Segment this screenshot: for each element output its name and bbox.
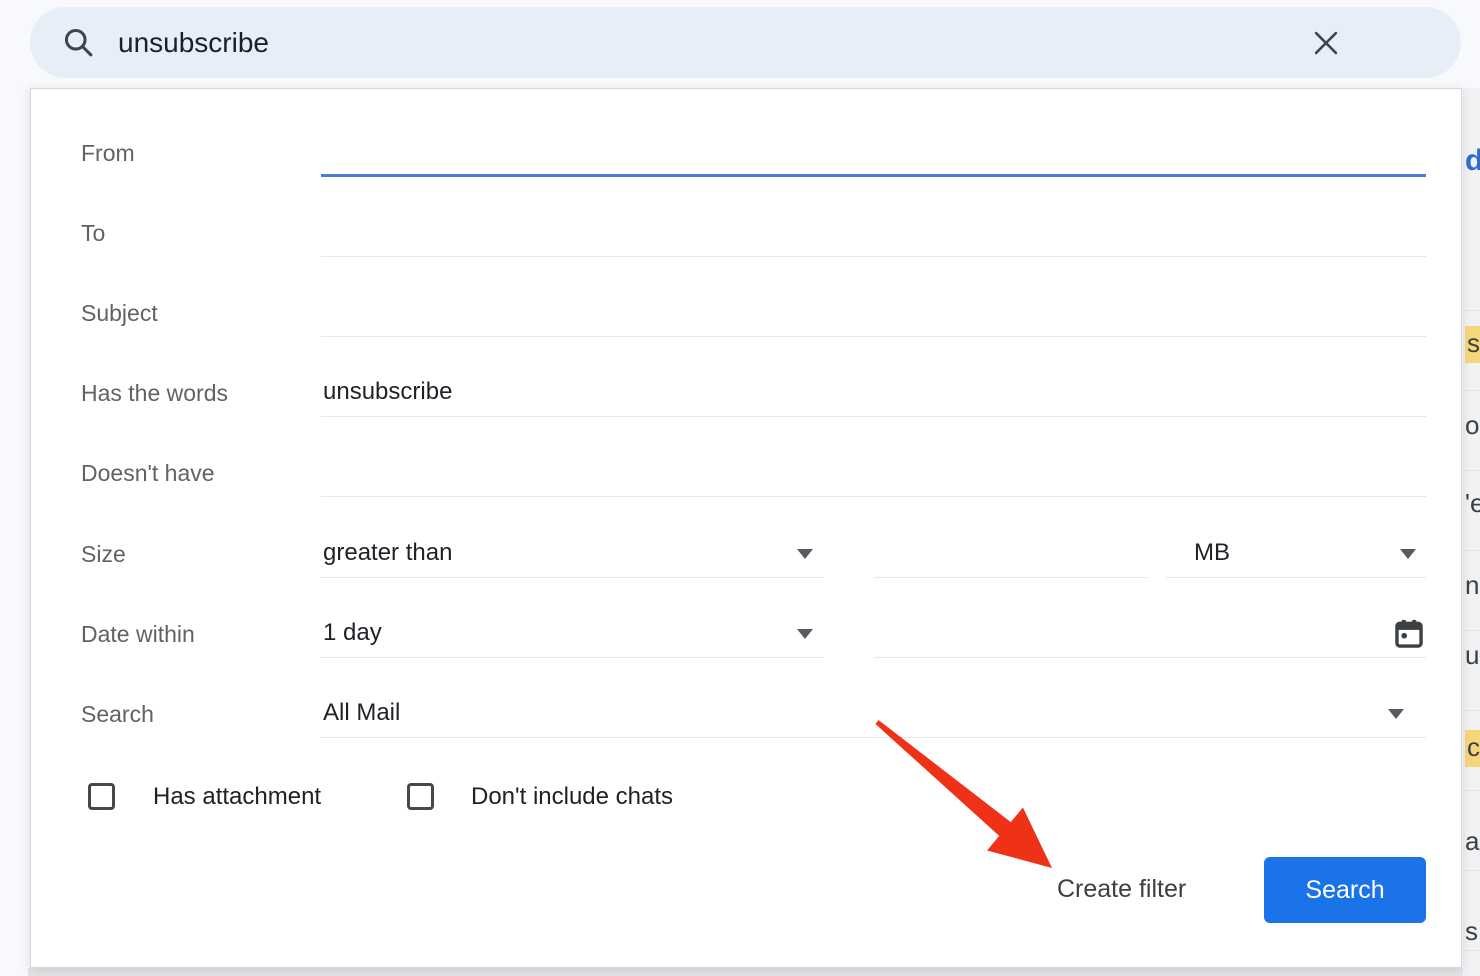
search-input[interactable]: unsubscribe — [118, 7, 269, 78]
page-bottom-strip — [28, 968, 1480, 976]
to-input[interactable] — [321, 205, 1426, 257]
row-divider — [1463, 390, 1480, 391]
has-words-input[interactable]: unsubscribe — [321, 365, 1426, 417]
from-label: From — [81, 140, 135, 167]
calendar-icon[interactable] — [1392, 617, 1426, 651]
background-text-fragment: 'e — [1465, 488, 1480, 519]
has-words-row: Has the words unsubscribe — [81, 365, 1426, 417]
date-within-label: Date within — [81, 621, 195, 648]
has-words-label: Has the words — [81, 380, 228, 407]
subject-row: Subject — [81, 285, 1426, 337]
to-row: To — [81, 205, 1426, 257]
size-operator-value: greater than — [323, 539, 452, 567]
search-scope-label: Search — [81, 701, 154, 728]
background-text-fragment: s — [1465, 916, 1478, 947]
date-within-dropdown[interactable]: 1 day — [321, 606, 823, 658]
chevron-down-icon — [797, 629, 813, 639]
row-divider — [1463, 630, 1480, 631]
chevron-down-icon — [1400, 549, 1416, 559]
doesnt-have-input[interactable] — [321, 445, 1426, 497]
background-text-fragment: s — [1465, 326, 1480, 363]
search-button[interactable]: Search — [1264, 857, 1426, 923]
date-row: Date within 1 day — [81, 606, 1426, 658]
row-divider — [1463, 310, 1480, 311]
background-text-fragment: d — [1465, 144, 1480, 178]
from-row: From — [81, 125, 1426, 177]
search-scope-dropdown[interactable]: All Mail — [321, 686, 1426, 738]
background-text-fragment: c — [1465, 730, 1480, 767]
background-page-strip: d s o 'e n u c a s — [1463, 88, 1480, 976]
chevron-down-icon — [797, 549, 813, 559]
row-divider — [1463, 870, 1480, 871]
date-within-value: 1 day — [323, 619, 382, 647]
subject-label: Subject — [81, 300, 158, 327]
search-filter-panel: From To Subject Has the words unsubscrib… — [30, 88, 1462, 968]
from-input[interactable] — [321, 125, 1426, 177]
close-icon[interactable] — [1309, 26, 1343, 60]
has-attachment-label: Has attachment — [153, 782, 321, 812]
checkbox-row: Has attachment Don't include chats — [81, 781, 1426, 815]
row-divider — [1463, 550, 1480, 551]
has-attachment-checkbox[interactable] — [88, 783, 115, 810]
size-amount-input[interactable] — [874, 526, 1148, 578]
has-words-value: unsubscribe — [323, 378, 452, 406]
size-unit-value: MB — [1194, 539, 1230, 567]
background-text-fragment: u — [1465, 640, 1479, 671]
dont-include-chats-checkbox[interactable] — [407, 783, 434, 810]
background-text-fragment: n — [1465, 570, 1479, 601]
search-bar: unsubscribe — [30, 7, 1461, 78]
background-text-fragment: a — [1465, 826, 1479, 857]
subject-input[interactable] — [321, 285, 1426, 337]
search-icon[interactable] — [60, 24, 96, 60]
size-unit-dropdown[interactable]: MB — [1166, 526, 1426, 578]
date-input[interactable] — [874, 606, 1426, 658]
dont-include-chats-label: Don't include chats — [471, 782, 673, 812]
doesnt-have-label: Doesn't have — [81, 460, 215, 487]
row-divider — [1463, 710, 1480, 711]
size-row: Size greater than MB — [81, 526, 1426, 578]
background-text-fragment: o — [1465, 410, 1479, 441]
search-scope-row: Search All Mail — [81, 686, 1426, 738]
search-scope-value: All Mail — [323, 699, 400, 727]
row-divider — [1463, 950, 1480, 951]
gmail-search-filter-page: unsubscribe From To Subject Has th — [0, 0, 1480, 976]
chevron-down-icon — [1388, 709, 1404, 719]
size-operator-dropdown[interactable]: greater than — [321, 526, 823, 578]
to-label: To — [81, 220, 105, 247]
doesnt-have-row: Doesn't have — [81, 445, 1426, 497]
size-label: Size — [81, 541, 126, 568]
row-divider — [1463, 470, 1480, 471]
create-filter-button[interactable]: Create filter — [1057, 875, 1186, 904]
row-divider — [1463, 790, 1480, 791]
